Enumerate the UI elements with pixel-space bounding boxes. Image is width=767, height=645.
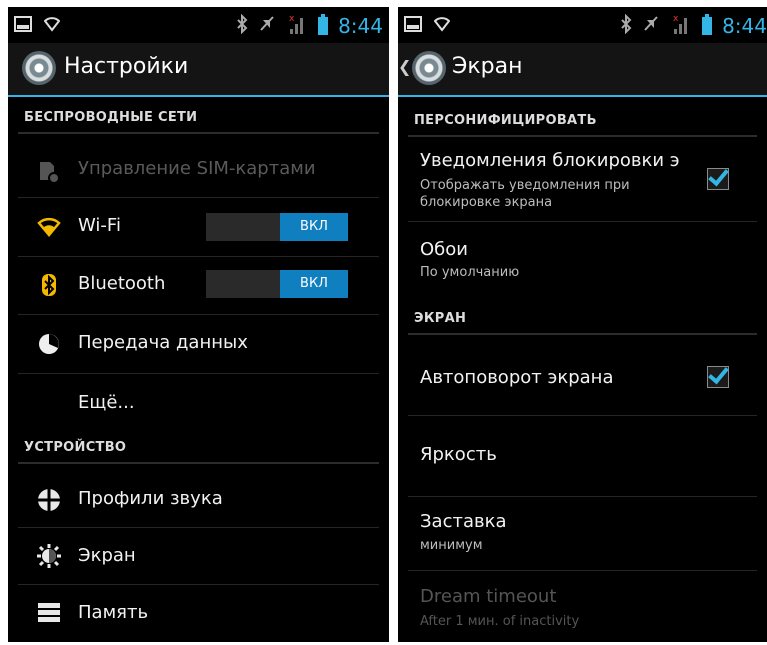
data-usage-label: Передача данных <box>78 332 248 353</box>
lock-notifications-checkbox[interactable] <box>707 168 729 190</box>
daydream-title: Заставка <box>420 511 507 532</box>
action-bar: ❮ Экран <box>398 43 767 97</box>
lock-notifications-title: Уведомления блокировки э <box>420 150 680 171</box>
svg-text:x: x <box>289 14 295 24</box>
divider <box>18 197 379 198</box>
autorotate-title: Автоповорот экрана <box>420 367 614 388</box>
more-label: Ещё... <box>78 392 135 413</box>
section-screen: ЭКРАН <box>408 311 757 335</box>
wifi-status-icon <box>433 16 451 36</box>
action-bar: Настройки <box>8 43 389 97</box>
settings-screen: x 8:44 Настройки БЕСПРОВОДНЫЕ СЕТИ Управ… <box>8 7 389 642</box>
storage-label: Память <box>78 602 149 623</box>
wallpaper-title: Обои <box>420 239 468 260</box>
sidebar-item-bluetooth[interactable]: Bluetooth ВКЛ <box>8 257 389 313</box>
autorotate-item[interactable]: Автоповорот экрана <box>398 339 767 414</box>
section-wireless: БЕСПРОВОДНЫЕ СЕТИ <box>18 110 379 134</box>
brightness-title: Яркость <box>420 444 497 465</box>
daydream-item[interactable]: Заставка минимум <box>398 497 767 569</box>
display-settings-screen: x 8:44 ❮ Экран ПЕРСОНИФИЦИРОВАТЬ Уведомл… <box>398 7 767 642</box>
sidebar-item-data-usage[interactable]: Передача данных <box>8 315 389 373</box>
clock: 8:44 <box>722 14 767 38</box>
display-label: Экран <box>78 545 136 566</box>
bluetooth-status-icon <box>236 13 248 38</box>
svg-text:x: x <box>673 14 679 24</box>
sound-profiles-label: Профили звука <box>78 488 223 509</box>
sidebar-item-wifi[interactable]: Wi-Fi ВКЛ <box>8 199 389 255</box>
back-chevron-icon[interactable]: ❮ <box>398 57 411 76</box>
dream-timeout-item: Dream timeout After 1 мин. of inactivity <box>398 571 767 642</box>
wifi-toggle-state: ВКЛ <box>280 213 348 241</box>
bluetooth-toggle-state: ВКЛ <box>280 270 348 298</box>
screenshot-icon <box>14 16 32 36</box>
display-icon <box>37 544 61 568</box>
wifi-status-icon <box>43 16 61 36</box>
dream-timeout-title: Dream timeout <box>420 586 557 607</box>
bluetooth-label: Bluetooth <box>78 273 166 294</box>
bluetooth-toggle[interactable]: ВКЛ <box>206 270 348 298</box>
autorotate-checkbox[interactable] <box>707 366 729 388</box>
page-title: Настройки <box>64 54 189 79</box>
battery-icon <box>702 13 713 39</box>
sound-profiles-icon <box>37 488 61 512</box>
lock-notifications-subtitle: Отображать уведомления при блокировке эк… <box>420 178 630 210</box>
settings-app-icon[interactable] <box>22 51 56 85</box>
clock: 8:44 <box>338 14 383 38</box>
lock-notifications-item[interactable]: Уведомления блокировки э Отображать увед… <box>398 142 767 220</box>
section-personalize: ПЕРСОНИФИЦИРОВАТЬ <box>408 113 757 137</box>
signal-icon: x <box>670 13 692 39</box>
settings-app-icon[interactable] <box>412 51 446 85</box>
wifi-toggle[interactable]: ВКЛ <box>206 213 348 241</box>
bluetooth-status-icon <box>620 13 632 38</box>
sim-label: Управление SIM-картами <box>78 158 316 179</box>
section-device: УСТРОЙСТВО <box>18 440 379 464</box>
wallpaper-item[interactable]: Обои По умолчанию <box>398 222 767 292</box>
mute-icon <box>642 14 660 38</box>
wifi-label: Wi-Fi <box>78 215 121 236</box>
sidebar-item-storage[interactable]: Память <box>8 585 389 641</box>
mute-icon <box>258 14 276 38</box>
sidebar-item-sound-profiles[interactable]: Профили звука <box>8 472 389 527</box>
sidebar-item-display[interactable]: Экран <box>8 528 389 584</box>
brightness-item[interactable]: Яркость <box>398 416 767 496</box>
sim-card-icon <box>37 160 61 184</box>
status-bar: x 8:44 <box>8 7 389 43</box>
dream-timeout-subtitle: After 1 мин. of inactivity <box>420 614 580 629</box>
wifi-icon <box>37 215 61 239</box>
bluetooth-icon <box>37 273 61 297</box>
status-bar: x 8:44 <box>398 7 767 43</box>
storage-icon <box>37 601 61 625</box>
page-title: Экран <box>452 54 523 79</box>
signal-icon: x <box>286 13 308 39</box>
sidebar-item-sim[interactable]: Управление SIM-картами <box>8 145 389 195</box>
wallpaper-subtitle: По умолчанию <box>420 265 520 280</box>
sidebar-item-more[interactable]: Ещё... <box>8 374 389 432</box>
screenshot-icon <box>404 16 422 36</box>
daydream-subtitle: минимум <box>420 538 483 553</box>
data-usage-icon <box>37 332 61 356</box>
battery-icon <box>318 13 329 39</box>
